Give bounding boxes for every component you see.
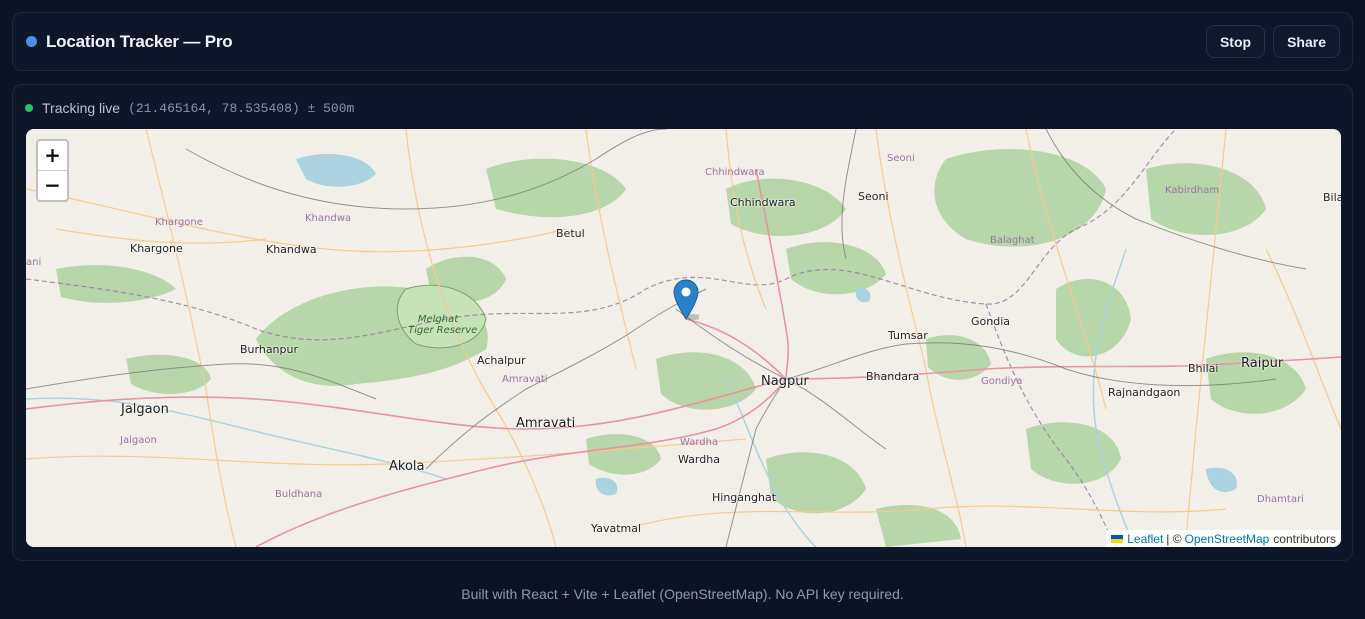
map-label: Raipur	[1241, 356, 1284, 371]
map-label: Rajnandgaon	[1108, 386, 1181, 399]
map-label: Seoni	[858, 190, 889, 203]
map-view[interactable]: Chhindwara Seoni Kabirdham Bila Khargone…	[26, 129, 1341, 547]
tracker-card: Tracking live (21.465164, 78.535408) ± 5…	[12, 84, 1353, 561]
melghat-tiger-reserve-label: Melghat Tiger Reserve	[408, 314, 478, 336]
map-label: Achalpur	[477, 354, 526, 367]
map-label: Jalgaon	[120, 435, 157, 446]
map-label: Balaghat	[990, 235, 1035, 246]
brand-dot-icon	[26, 36, 37, 47]
footer-note: Built with React + Vite + Leaflet (OpenS…	[461, 586, 904, 602]
zoom-in-button[interactable]: +	[38, 141, 67, 171]
map-label: Khandwa	[266, 243, 317, 256]
map-label: Khandwa	[305, 213, 352, 224]
app-header: Location Tracker — Pro Stop Share	[12, 12, 1353, 71]
osm-link[interactable]: OpenStreetMap	[1185, 532, 1270, 546]
map-label: Jalgaon	[121, 402, 169, 417]
map-label: Wardha	[678, 453, 720, 466]
app-title: Location Tracker — Pro	[46, 31, 233, 51]
map-label: Yavatmal	[591, 522, 642, 535]
map-label: Hinganghat	[712, 491, 777, 504]
map-label: Kabirdham	[1165, 185, 1220, 196]
map-label: Bhilai	[1188, 362, 1219, 375]
map-label: Tumsar	[888, 329, 928, 342]
coordinates-readout: (21.465164, 78.535408) ± 500m	[128, 100, 355, 116]
status-text: Tracking live	[42, 100, 121, 116]
stop-button[interactable]: Stop	[1205, 25, 1266, 58]
map-label: Buldhana	[275, 489, 323, 500]
map-label: Wardha	[680, 437, 719, 448]
map-label: ani	[26, 257, 42, 268]
map-label: Chhindwara	[730, 196, 796, 209]
map-label: Gondiya	[981, 376, 1023, 387]
map-label: Burhanpur	[240, 343, 299, 356]
leaflet-link[interactable]: Leaflet	[1127, 532, 1163, 546]
share-button[interactable]: Share	[1273, 25, 1340, 58]
map-label: Gondia	[971, 315, 1011, 328]
map-label: Akola	[389, 459, 425, 474]
map-label: Bhandara	[866, 370, 920, 383]
map-label: Betul	[556, 227, 585, 240]
attribution-separator: | ©	[1166, 531, 1182, 546]
map-label: Dhamtari	[1257, 494, 1304, 505]
attribution-contributors: contributors	[1273, 531, 1336, 546]
map-label: Seoni	[887, 153, 915, 164]
zoom-control: + −	[36, 139, 69, 202]
map-tiles	[26, 129, 1341, 547]
ukraine-flag-icon	[1111, 534, 1124, 543]
map-label: Nagpur	[761, 374, 809, 389]
map-label: Amravati	[502, 374, 548, 385]
zoom-out-button[interactable]: −	[38, 171, 67, 201]
map-attribution: Leaflet | © OpenStreetMap contributors	[1106, 530, 1341, 547]
map-label: Khargone	[155, 217, 203, 228]
map-label: Bila	[1323, 191, 1341, 204]
map-label: Khargone	[130, 242, 183, 255]
location-marker-icon[interactable]	[673, 279, 699, 321]
map-label: Amravati	[516, 416, 576, 431]
map-label: Chhindwara	[705, 167, 765, 178]
live-indicator-icon	[25, 104, 33, 112]
tracking-status: Tracking live (21.465164, 78.535408) ± 5…	[25, 99, 354, 117]
